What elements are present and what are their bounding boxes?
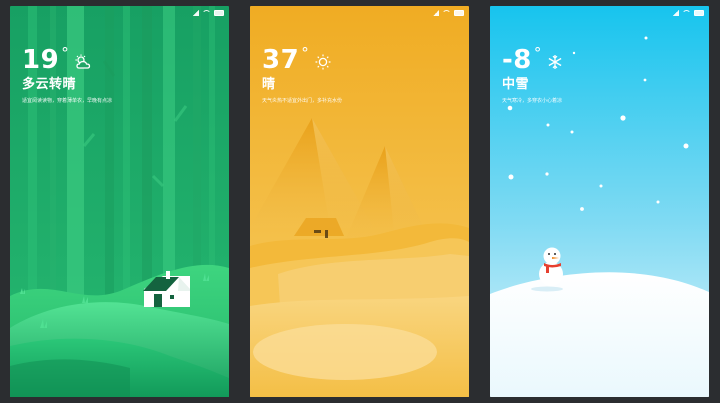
wifi-icon — [442, 10, 451, 16]
temperature: 19 — [22, 45, 60, 75]
status-bar — [193, 9, 224, 17]
wifi-icon — [682, 10, 691, 16]
degree-symbol: ° — [301, 44, 309, 62]
signal-icon — [673, 10, 679, 16]
partly-cloudy-icon — [75, 54, 90, 69]
battery-icon — [694, 10, 704, 16]
weather-tip: 适宜阅读读物，穿着薄单衣，早晚有点凉 — [22, 98, 113, 104]
degree-symbol: ° — [533, 44, 542, 62]
weather-info: 37 ° 晴 天气炎热不适宜外出门，多补充水份 — [262, 46, 342, 105]
weather-info: 19 ° 多云转晴 适宜阅读读物，穿着薄单衣，早晚有点凉 — [22, 46, 112, 105]
signal-icon — [433, 10, 439, 16]
snow-weather-screen[interactable]: -8 ° 中雪 天气寒冷，多穿衣小心着凉 — [490, 6, 709, 397]
sun-icon — [315, 54, 331, 70]
battery-icon — [454, 10, 464, 16]
weather-info: -8 ° 中雪 天气寒冷，多穿衣小心着凉 — [502, 46, 564, 105]
status-bar — [433, 9, 464, 17]
battery-icon — [214, 10, 224, 16]
condition-text: 晴 — [262, 77, 276, 92]
desert-weather-screen[interactable]: 37 ° 晴 天气炎热不适宜外出门，多补充水份 — [250, 6, 469, 397]
degree-symbol: ° — [61, 44, 69, 62]
temperature: -8 — [502, 45, 532, 75]
condition-text: 中雪 — [502, 77, 530, 92]
signal-icon — [193, 10, 199, 16]
condition-text: 多云转晴 — [22, 77, 77, 92]
snowflake-icon — [548, 55, 562, 69]
forest-weather-screen[interactable]: 19 ° 多云转晴 适宜阅读读物，穿着薄单衣，早晚有点凉 — [10, 6, 229, 397]
weather-tip: 天气炎热不适宜外出门，多补充水份 — [262, 98, 343, 104]
status-bar — [673, 9, 704, 17]
wifi-icon — [202, 10, 211, 16]
temperature: 37 — [262, 45, 300, 75]
weather-tip: 天气寒冷，多穿衣小心着凉 — [502, 98, 563, 104]
